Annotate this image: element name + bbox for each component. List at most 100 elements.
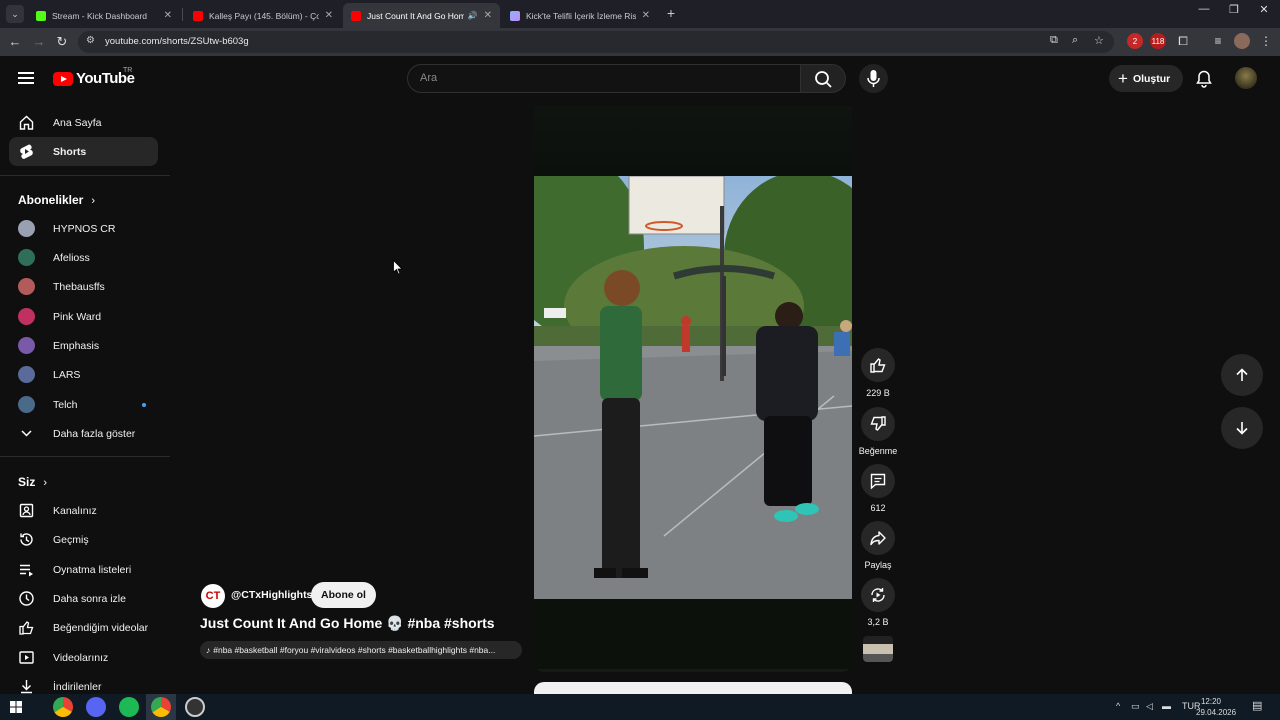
tab-kalles-payi[interactable]: Kalleş Payı (145. Bölüm) - Çok G ✕ <box>185 3 341 28</box>
chevron-right-icon: › <box>43 477 48 489</box>
sidebar-item-label: Daha fazla göster <box>53 428 136 440</box>
channel-avatar-wrap <box>18 396 35 413</box>
close-tab-icon[interactable]: ✕ <box>164 10 172 21</box>
volume-icon[interactable]: ◁ <box>1146 701 1153 712</box>
sidebar-item-your-videos[interactable]: Videolarınız <box>9 643 158 672</box>
create-button[interactable]: + Oluştur <box>1109 65 1183 92</box>
comments-button[interactable] <box>861 464 895 498</box>
you-header[interactable]: Siz › <box>18 475 47 489</box>
thumb-up-icon <box>870 358 886 373</box>
spotify-taskbar-icon[interactable] <box>119 697 139 717</box>
chrome-profile-taskbar-icon[interactable] <box>151 697 171 717</box>
sidebar-item-telch[interactable]: Telch <box>9 390 158 419</box>
search-button[interactable] <box>800 64 846 93</box>
media-control-icon[interactable]: ≡ <box>1210 33 1226 49</box>
restore-icon[interactable]: ❐ <box>1219 3 1249 16</box>
youtube-logo[interactable]: YouTube TR <box>53 67 135 87</box>
sidebar-item-home[interactable]: Ana Sayfa <box>9 108 158 137</box>
notification-center-icon[interactable]: ▤ <box>1252 699 1262 712</box>
channel-name-link[interactable]: @CTxHighlights <box>231 589 312 601</box>
bookmark-star-icon[interactable]: ☆ <box>1094 34 1104 47</box>
sidebar-item-liked-videos[interactable]: Beğendiğim videolar <box>9 613 158 642</box>
site-info-icon[interactable]: ⚙ <box>86 35 95 46</box>
sidebar-item-playlists[interactable]: Oynatma listeleri <box>9 555 158 584</box>
sidebar-item-afelioss[interactable]: Afelioss <box>9 243 158 272</box>
address-bar[interactable]: ⚙ youtube.com/shorts/ZSUtw-b603g ⧉ ⌕ ☆ <box>78 31 1114 53</box>
like-button[interactable] <box>861 348 895 382</box>
extensions-puzzle-icon[interactable]: ⧠ <box>1175 33 1191 49</box>
watch-later-icon <box>18 590 35 607</box>
tab-just-count-it[interactable]: Just Count It And Go Home 🔊 ✕ <box>343 3 500 28</box>
zoom-icon[interactable]: ⌕ <box>1072 34 1078 47</box>
video-letterbox-top <box>534 106 852 176</box>
short-title[interactable]: Just Count It And Go Home 💀 #nba #shorts <box>200 615 495 632</box>
sidebar-item-emphasis[interactable]: Emphasis <box>9 331 158 360</box>
clock[interactable]: 12:20 29.04.2026 <box>1196 696 1237 718</box>
tab-kick-dashboard[interactable]: Stream - Kick Dashboard ✕ <box>28 3 180 28</box>
sidebar-item-thebausffs[interactable]: Thebausffs <box>9 272 158 301</box>
sidebar-item-lars[interactable]: LARS <box>9 360 158 389</box>
show-more-button[interactable]: Daha fazla göster <box>9 419 158 448</box>
close-window-icon[interactable]: ✕ <box>1249 3 1279 16</box>
url-text[interactable]: youtube.com/shorts/ZSUtw-b603g <box>105 36 249 47</box>
like-count: 229 B <box>866 388 890 398</box>
profile-avatar-icon[interactable] <box>1234 33 1250 49</box>
chrome-taskbar-icon[interactable] <box>53 697 73 717</box>
chevron-right-icon: › <box>91 195 96 207</box>
voice-search-button[interactable] <box>859 64 888 93</box>
dislike-button[interactable] <box>861 407 895 441</box>
channel-avatar-wrap <box>18 278 35 295</box>
downloads-icon <box>18 678 35 695</box>
ublock-icon[interactable]: 118 <box>1150 33 1166 49</box>
sidebar-item-shorts[interactable]: Shorts <box>9 137 158 166</box>
tab-kick-telifli[interactable]: Kick'te Telifli İçerik İzleme Riski ✕ <box>502 3 658 28</box>
battery-icon[interactable]: ▬ <box>1162 701 1171 711</box>
sidebar-item-watch-later[interactable]: Daha sonra izle <box>9 584 158 613</box>
subscriptions-header[interactable]: Abonelikler › <box>18 193 95 207</box>
tab-search-button[interactable]: ⌄ <box>6 5 24 23</box>
close-tab-icon[interactable]: ✕ <box>484 10 492 21</box>
thumb-down-icon <box>870 416 886 431</box>
tray-chevron-icon[interactable]: ^ <box>1116 701 1120 711</box>
sidebar-item-history[interactable]: Geçmiş <box>9 525 158 554</box>
home-icon <box>18 114 35 131</box>
your-videos-icon <box>18 649 35 666</box>
next-short-button[interactable] <box>1221 407 1263 449</box>
guide-menu-icon[interactable] <box>18 72 34 84</box>
share-button[interactable] <box>861 521 895 555</box>
channel-avatar <box>18 249 35 266</box>
music-tags-pill[interactable]: ♪ #nba #basketball #foryou #viralvideos #… <box>200 641 522 659</box>
extension-badge-icon[interactable]: 2 <box>1127 33 1143 49</box>
tab-title: Kick'te Telifli İçerik İzleme Riski <box>526 10 636 21</box>
account-avatar[interactable] <box>1235 67 1257 89</box>
sidebar-item-your-channel[interactable]: Kanalınız <box>9 496 158 525</box>
chrome-menu-icon[interactable]: ⋮ <box>1258 33 1274 49</box>
obs-taskbar-icon[interactable] <box>185 697 205 717</box>
audio-playing-icon[interactable]: 🔊 <box>468 11 478 20</box>
windows-start-icon[interactable] <box>10 701 22 713</box>
back-icon[interactable]: ← <box>7 34 23 50</box>
clock-date: 29.04.2026 <box>1196 708 1237 717</box>
sidebar-item-hypnos-cr[interactable]: HYPNOS CR <box>9 214 158 243</box>
new-tab-icon[interactable]: + <box>664 5 678 21</box>
close-tab-icon[interactable]: ✕ <box>325 10 333 21</box>
notifications-bell-icon[interactable] <box>1194 69 1214 89</box>
search-input[interactable]: Ara <box>407 64 801 93</box>
network-icon[interactable]: ▭ <box>1131 701 1140 712</box>
video-frame[interactable] <box>534 176 852 599</box>
mouse-cursor-icon <box>393 260 403 275</box>
reload-icon[interactable]: ↻ <box>54 34 70 50</box>
minimize-icon[interactable]: — <box>1189 3 1219 15</box>
channel-avatar[interactable]: CT <box>201 584 225 608</box>
sidebar-item-pink-ward[interactable]: Pink Ward <box>9 302 158 331</box>
subscribe-button[interactable]: Abone ol <box>311 582 376 608</box>
forward-icon[interactable]: → <box>31 34 47 50</box>
previous-short-button[interactable] <box>1221 354 1263 396</box>
sidebar-item-label: Daha sonra izle <box>53 593 126 605</box>
sound-thumbnail[interactable] <box>863 636 893 662</box>
video-letterbox-bottom <box>534 599 852 669</box>
remix-button[interactable] <box>861 578 895 612</box>
cast-icon[interactable]: ⧉ <box>1050 34 1058 47</box>
close-tab-icon[interactable]: ✕ <box>642 10 650 21</box>
discord-taskbar-icon[interactable] <box>86 697 106 717</box>
